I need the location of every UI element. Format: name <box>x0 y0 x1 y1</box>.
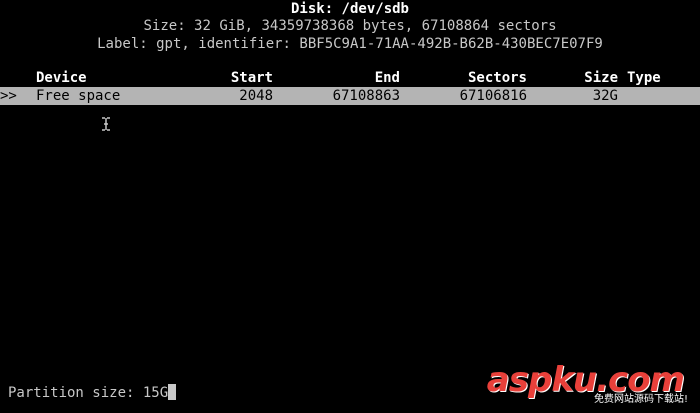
disk-label-info: Label: gpt, identifier: BBF5C9A1-71AA-49… <box>97 36 603 52</box>
disk-size-info: Size: 32 GiB, 34359738368 bytes, 6710886… <box>143 18 557 34</box>
header-start: Start <box>230 70 273 86</box>
cell-end: 67108863 <box>332 88 400 104</box>
cell-type <box>627 87 697 105</box>
watermark-tagline: 免费网站源码下载站! <box>593 394 688 405</box>
selection-marker: >> <box>0 88 17 104</box>
header-size: Size <box>584 70 618 86</box>
partition-size-input[interactable]: 15G <box>143 385 168 401</box>
cell-sectors: 67106816 <box>459 88 527 104</box>
header-type: Type <box>627 70 661 86</box>
prompt-label: Partition size: <box>8 385 143 401</box>
i-beam-cursor-icon <box>100 117 112 131</box>
text-cursor <box>168 384 177 400</box>
table-header: Device Start End Sectors Size Type <box>0 69 700 87</box>
header-device: Device <box>36 70 87 86</box>
watermark-logo: aspku.com 免费网站源码下载站! <box>487 363 688 405</box>
cell-device: Free space <box>36 88 121 104</box>
watermark-brand: aspku.com <box>486 360 685 400</box>
table-row-free-space[interactable]: >> Free space 2048 67108863 67106816 32G <box>0 87 700 105</box>
partition-size-prompt[interactable]: Partition size: 15G <box>8 384 308 402</box>
cell-start: 2048 <box>239 88 273 104</box>
header-end: End <box>374 70 400 86</box>
disk-title: Disk: /dev/sdb <box>290 1 409 17</box>
header-sectors: Sectors <box>467 70 527 86</box>
cell-size: 32G <box>592 88 618 104</box>
